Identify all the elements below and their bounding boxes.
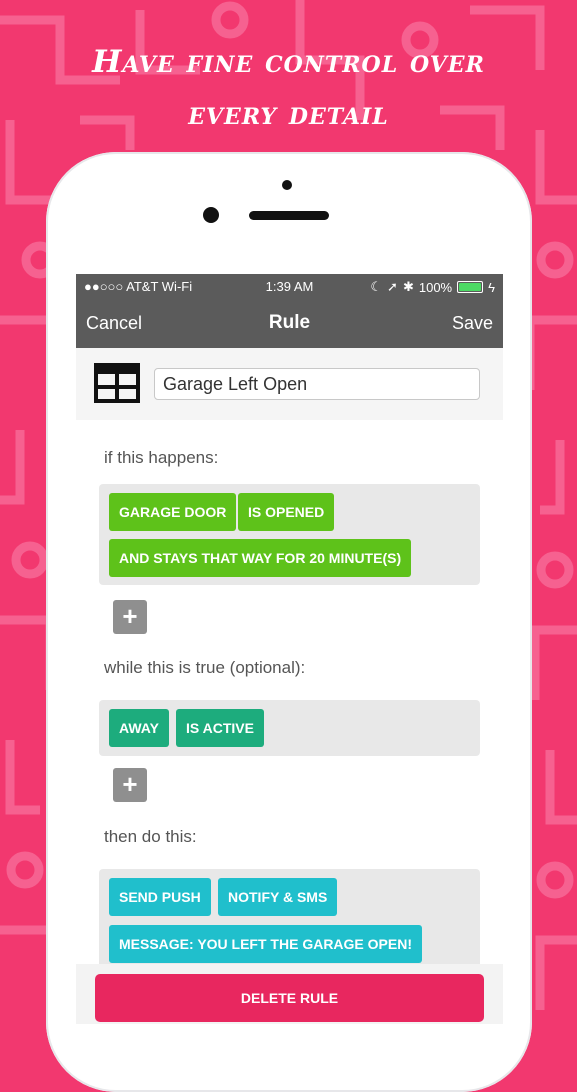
trigger-chip-duration[interactable]: AND STAYS THAT WAY FOR 20 MINUTE(S) (109, 539, 412, 577)
rule-editor: if this happens: GARAGE DOOR IS OPENED A… (76, 420, 503, 1024)
while-section-label: while this is true (optional): (104, 658, 306, 677)
status-right: ☾ ➚ ✱ 100% ϟ (370, 279, 495, 295)
nav-bar: Cancel Rule Save (76, 304, 503, 348)
then-section-label: then do this: (104, 827, 197, 846)
action-chip-push[interactable]: SEND PUSH (109, 878, 211, 916)
proximity-sensor (282, 180, 292, 190)
headline-line-2: every detail (188, 96, 389, 132)
add-trigger-button[interactable]: + (113, 600, 147, 634)
trigger-chip-event[interactable]: IS OPENED (238, 493, 335, 531)
action-chip-sms[interactable]: NOTIFY & SMS (218, 878, 338, 916)
charging-icon: ϟ (488, 279, 495, 295)
trigger-group: GARAGE DOOR IS OPENED AND STAYS THAT WAY… (99, 484, 480, 585)
rule-name-row (76, 348, 503, 420)
battery-icon (457, 281, 484, 293)
action-group: SEND PUSH NOTIFY & SMS MESSAGE: YOU LEFT… (99, 869, 480, 979)
headline: Have fine control over every detail (0, 36, 577, 140)
save-button[interactable]: Save (452, 313, 493, 334)
condition-chip-mode[interactable]: AWAY (109, 709, 169, 747)
front-camera (203, 207, 219, 223)
add-condition-button[interactable]: + (113, 768, 147, 802)
if-section-label: if this happens: (104, 448, 219, 467)
cancel-button[interactable]: Cancel (86, 313, 142, 334)
battery-percent: 100% (418, 279, 453, 295)
bluetooth-icon: ✱ (402, 279, 414, 294)
headline-line-1: Have fine control over (92, 44, 485, 80)
delete-rule-button[interactable]: DELETE RULE (95, 974, 484, 1022)
trigger-chip-device[interactable]: GARAGE DOOR (109, 493, 237, 531)
status-bar: ●●○○○ AT&T Wi-Fi 1:39 AM ☾ ➚ ✱ 100% ϟ (76, 274, 503, 300)
rule-name-input[interactable] (154, 368, 480, 400)
bottom-bar: DELETE RULE (76, 964, 503, 1024)
moon-icon: ☾ (370, 279, 383, 294)
action-chip-message[interactable]: MESSAGE: YOU LEFT THE GARAGE OPEN! (109, 925, 422, 963)
table-grid-icon[interactable] (94, 363, 140, 403)
phone-screen: ●●○○○ AT&T Wi-Fi 1:39 AM ☾ ➚ ✱ 100% ϟ Ca… (76, 274, 503, 1024)
condition-chip-state[interactable]: IS ACTIVE (176, 709, 264, 747)
location-arrow-icon: ➚ (387, 279, 398, 294)
condition-group: AWAY IS ACTIVE (99, 700, 480, 756)
top-bar: ●●○○○ AT&T Wi-Fi 1:39 AM ☾ ➚ ✱ 100% ϟ Ca… (76, 274, 503, 348)
earpiece-speaker (249, 211, 329, 220)
